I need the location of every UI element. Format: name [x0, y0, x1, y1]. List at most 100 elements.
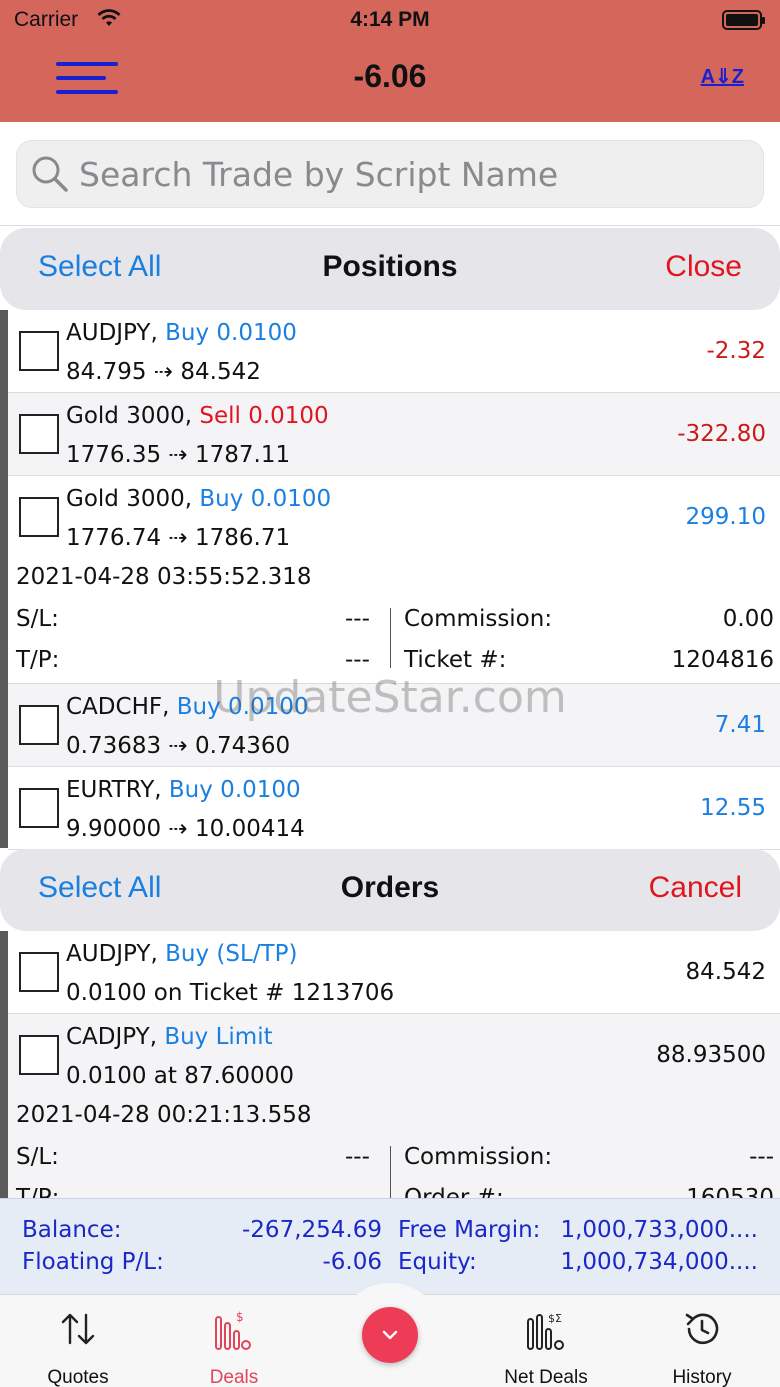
- sl-value: ---: [345, 1144, 370, 1170]
- arrows-updown-icon: [61, 1313, 95, 1345]
- position-pl: 12.55: [700, 795, 766, 821]
- tp-value: ---: [345, 647, 370, 673]
- order-symbol: AUDJPY,: [66, 941, 166, 967]
- order-detail: 0.0100 on Ticket # 1213706: [66, 980, 395, 1006]
- position-prices: 9.90000 ⇢ 10.00414: [66, 816, 305, 842]
- status-bar: Carrier 4:14 PM: [0, 6, 780, 36]
- battery-icon: [722, 10, 765, 30]
- chevron-down-icon: [382, 1330, 398, 1340]
- deals-icon: $: [215, 1310, 251, 1350]
- order-price: 88.93500: [656, 1042, 766, 1068]
- position-side: Buy 0.0100: [165, 320, 297, 346]
- position-side: Buy 0.0100: [199, 486, 332, 512]
- free-margin-label: Free Margin:: [398, 1217, 541, 1243]
- search-input[interactable]: [79, 149, 749, 199]
- orders-cancel-button[interactable]: Cancel: [649, 871, 742, 905]
- position-symbol: Gold 3000,: [66, 486, 200, 512]
- positions-close-button[interactable]: Close: [665, 250, 742, 284]
- tab-quotes[interactable]: Quotes: [0, 1295, 156, 1387]
- tab-quotes-label: Quotes: [47, 1367, 109, 1387]
- svg-text:$: $: [236, 1310, 244, 1324]
- sl-value: ---: [345, 606, 370, 632]
- order-row[interactable]: AUDJPY, Buy (SL/TP) 0.0100 on Ticket # 1…: [8, 931, 780, 1014]
- tab-deals[interactable]: $ Deals: [156, 1295, 312, 1387]
- order-number-label: Order #:: [404, 1185, 504, 1198]
- order-timestamp: 2021-04-28 00:21:13.558: [16, 1102, 312, 1128]
- order-number-value: 160530: [686, 1185, 774, 1198]
- detail-divider: [390, 1146, 391, 1198]
- position-side: Buy 0.0100: [176, 694, 309, 720]
- top-bar: Carrier 4:14 PM -6.06 A⇓Z: [0, 0, 780, 122]
- positions-list: AUDJPY, Buy 0.0100 84.795 ⇢ 84.542 -2.32…: [0, 310, 780, 850]
- balance-value: -267,254.69: [242, 1217, 382, 1243]
- detail-divider: [390, 608, 391, 668]
- sl-label: S/L:: [16, 606, 59, 632]
- orders-header: Select All Orders Cancel: [0, 849, 780, 931]
- search-box[interactable]: [16, 140, 764, 208]
- orders-list: AUDJPY, Buy (SL/TP) 0.0100 on Ticket # 1…: [0, 931, 780, 1198]
- position-pl: 7.41: [714, 712, 766, 738]
- position-symbol: EURTRY,: [66, 777, 169, 803]
- position-row[interactable]: CADCHF, Buy 0.0100 0.73683 ⇢ 0.74360 7.4…: [8, 684, 780, 767]
- tp-label: T/P:: [16, 647, 60, 673]
- floating-pl-value: -6.06: [322, 1249, 382, 1275]
- search-area: [0, 122, 780, 226]
- account-summary: Balance: -267,254.69 Floating P/L: -6.06…: [0, 1198, 780, 1294]
- clock: 4:14 PM: [350, 8, 430, 31]
- sort-az-button[interactable]: A⇓Z: [701, 64, 744, 89]
- position-prices: 1776.35 ⇢ 1787.11: [66, 442, 291, 468]
- svg-text:$Σ: $Σ: [548, 1312, 562, 1325]
- positions-title: Positions: [322, 250, 458, 283]
- position-side: Sell 0.0100: [199, 403, 329, 429]
- order-row-expanded[interactable]: CADJPY, Buy Limit 0.0100 at 87.60000 88.…: [8, 1014, 780, 1198]
- balance-label: Balance:: [22, 1217, 122, 1243]
- order-symbol: CADJPY,: [66, 1024, 165, 1050]
- sl-label: S/L:: [16, 1144, 59, 1170]
- row-checkbox[interactable]: [19, 497, 59, 537]
- row-checkbox[interactable]: [19, 1035, 59, 1075]
- position-row[interactable]: Gold 3000, Sell 0.0100 1776.35 ⇢ 1787.11…: [8, 393, 780, 476]
- position-pl: -322.80: [677, 421, 766, 447]
- center-action-button[interactable]: [362, 1307, 418, 1363]
- commission-value: ---: [749, 1144, 774, 1170]
- position-side: Buy 0.0100: [168, 777, 301, 803]
- position-pl: -2.32: [706, 338, 766, 364]
- position-pl: 299.10: [685, 504, 766, 530]
- free-margin-value: 1,000,733,000....: [560, 1217, 758, 1243]
- tab-history-label: History: [672, 1367, 732, 1387]
- position-timestamp: 2021-04-28 03:55:52.318: [16, 564, 312, 590]
- tab-net-deals[interactable]: $Σ Net Deals: [468, 1295, 624, 1387]
- ticket-value: 1204816: [671, 647, 774, 673]
- search-icon: [32, 156, 68, 192]
- position-row-expanded[interactable]: Gold 3000, Buy 0.0100 1776.74 ⇢ 1786.71 …: [8, 476, 780, 684]
- tab-history[interactable]: History: [624, 1295, 780, 1387]
- equity-label: Equity:: [398, 1249, 477, 1275]
- position-prices: 0.73683 ⇢ 0.74360: [66, 733, 291, 759]
- row-checkbox[interactable]: [19, 705, 59, 745]
- floating-pl-title: -6.06: [353, 58, 427, 94]
- ticket-label: Ticket #:: [404, 647, 507, 673]
- position-row[interactable]: EURTRY, Buy 0.0100 9.90000 ⇢ 10.00414 12…: [8, 767, 780, 850]
- tab-deals-label: Deals: [209, 1367, 259, 1387]
- position-symbol: AUDJPY,: [66, 320, 166, 346]
- order-detail: 0.0100 at 87.60000: [66, 1063, 294, 1089]
- tab-net-deals-label: Net Deals: [504, 1367, 588, 1387]
- row-checkbox[interactable]: [19, 414, 59, 454]
- positions-header: Select All Positions Close: [0, 228, 780, 310]
- floating-pl-label: Floating P/L:: [22, 1249, 164, 1275]
- position-prices: 84.795 ⇢ 84.542: [66, 359, 261, 385]
- row-checkbox[interactable]: [19, 952, 59, 992]
- net-deals-icon: $Σ: [527, 1312, 564, 1350]
- commission-value: 0.00: [722, 606, 774, 632]
- commission-label: Commission:: [404, 1144, 553, 1170]
- position-row[interactable]: AUDJPY, Buy 0.0100 84.795 ⇢ 84.542 -2.32: [8, 310, 780, 393]
- commission-label: Commission:: [404, 606, 553, 632]
- position-prices: 1776.74 ⇢ 1786.71: [66, 525, 291, 551]
- row-checkbox[interactable]: [19, 788, 59, 828]
- equity-value: 1,000,734,000....: [560, 1249, 758, 1275]
- tab-bar: Quotes $ Deals $Σ Net Deals History: [0, 1283, 780, 1387]
- row-checkbox[interactable]: [19, 331, 59, 371]
- order-type: Buy Limit: [164, 1024, 273, 1050]
- order-price: 84.542: [685, 959, 766, 985]
- tp-label: T/P:: [16, 1185, 60, 1198]
